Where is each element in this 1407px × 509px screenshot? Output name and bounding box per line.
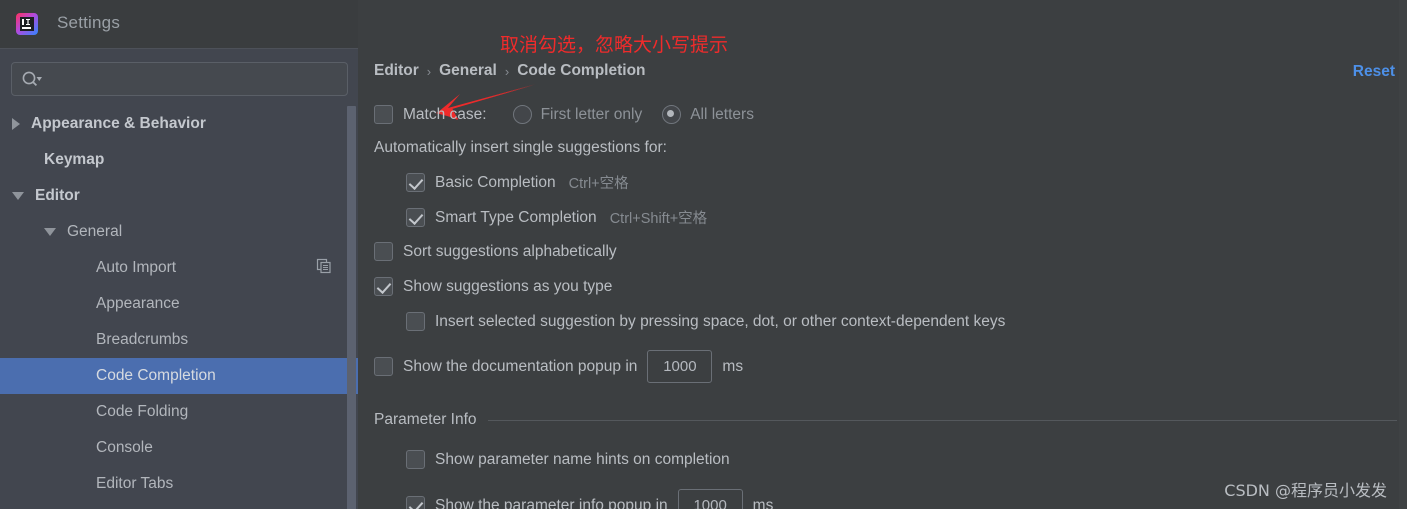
chevron-down-icon[interactable] [44, 228, 56, 236]
window-title: Settings [57, 13, 121, 32]
sidebar-item-general[interactable]: General [0, 214, 358, 250]
sort-alphabetically-label: Sort suggestions alphabetically [403, 242, 617, 260]
breadcrumb-part-general[interactable]: General [439, 62, 497, 80]
doc-popup-label-before: Show the documentation popup in [403, 357, 638, 375]
all-letters-radio[interactable] [662, 105, 682, 124]
main-scrollbar[interactable] [1399, 0, 1407, 509]
match-case-row: Match case: First letter only All letter… [374, 105, 754, 124]
param-info-popup-label-after: ms [752, 496, 774, 509]
auto-insert-header-row: Automatically insert single suggestions … [374, 139, 667, 157]
breadcrumb-separator: › [426, 63, 432, 79]
search-input[interactable] [50, 63, 341, 95]
doc-popup-row: Show the documentation popup in 1000 ms [374, 350, 743, 383]
search-box[interactable] [11, 62, 348, 96]
sidebar-item-label: Auto Import [96, 259, 177, 276]
search-container [11, 62, 348, 96]
settings-tree: Appearance & Behavior Keymap Editor General… [0, 106, 358, 509]
intellij-idea-logo [14, 11, 40, 37]
smart-type-completion-checkbox[interactable] [406, 208, 425, 227]
sidebar-item-code-folding[interactable]: Code Folding [0, 394, 358, 430]
sidebar-item-keymap[interactable]: Keymap [0, 142, 358, 178]
param-name-hints-checkbox[interactable] [406, 450, 425, 469]
settings-main-panel: 取消勾选，忽略大小写提示 Editor › General › Code Com… [358, 0, 1407, 509]
breadcrumb: Editor › General › Code Completion [374, 62, 646, 80]
chevron-down-icon[interactable] [12, 192, 24, 200]
first-letter-only-label: First letter only [540, 105, 643, 123]
match-case-label: Match case: [403, 105, 487, 123]
param-info-popup-checkbox[interactable] [406, 496, 425, 509]
breadcrumb-part-code-completion[interactable]: Code Completion [517, 62, 645, 80]
sidebar-item-editor[interactable]: Editor [0, 178, 358, 214]
all-letters-label: All letters [690, 105, 754, 123]
sidebar-item-label: Code Folding [96, 403, 189, 420]
param-info-popup-row: Show the parameter info popup in 1000 ms [406, 489, 773, 509]
smart-type-completion-label: Smart Type Completion [435, 208, 597, 226]
show-as-you-type-row: Show suggestions as you type [374, 277, 612, 296]
sidebar-item-label: General [67, 223, 123, 240]
sidebar-item-appearance-behavior[interactable]: Appearance & Behavior [0, 106, 358, 142]
doc-popup-delay-input[interactable]: 1000 [647, 350, 713, 383]
sidebar-item-label: Code Completion [96, 367, 216, 384]
insert-on-keys-row: Insert selected suggestion by pressing s… [406, 312, 1005, 331]
settings-sidebar: Appearance & Behavior Keymap Editor General… [0, 48, 358, 509]
sidebar-item-console[interactable]: Console [0, 430, 358, 466]
sidebar-item-appearance[interactable]: Appearance [0, 286, 358, 322]
param-info-popup-delay-input[interactable]: 1000 [677, 489, 743, 509]
smart-type-completion-row: Smart Type Completion Ctrl+Shift+空格 [406, 207, 707, 228]
sidebar-item-editor-tabs[interactable]: Editor Tabs [0, 466, 358, 502]
parameter-info-group-header: Parameter Info [374, 411, 1397, 429]
basic-completion-checkbox[interactable] [406, 173, 425, 192]
sidebar-item-label: Editor [35, 187, 80, 204]
settings-dialog: Settings Appearance & Behavior Keymap Ed… [0, 0, 1407, 509]
chevron-right-icon[interactable] [12, 118, 20, 130]
doc-popup-label-after: ms [722, 357, 744, 375]
show-as-you-type-label: Show suggestions as you type [403, 277, 613, 295]
sidebar-item-label: Editor Tabs [96, 475, 174, 492]
param-info-popup-label-before: Show the parameter info popup in [435, 496, 668, 509]
reset-link[interactable]: Reset [1353, 63, 1395, 81]
sidebar-item-label: Breadcrumbs [96, 331, 189, 348]
match-case-checkbox[interactable] [374, 105, 393, 124]
first-letter-only-radio[interactable] [512, 105, 532, 124]
doc-popup-checkbox[interactable] [374, 357, 393, 376]
sort-alphabetically-checkbox[interactable] [374, 242, 393, 261]
sidebar-item-code-completion[interactable]: Code Completion [0, 358, 358, 394]
parameter-info-title: Parameter Info [374, 411, 477, 428]
sort-alphabetically-row: Sort suggestions alphabetically [374, 242, 617, 261]
auto-insert-header: Automatically insert single suggestions … [374, 139, 667, 156]
show-as-you-type-checkbox[interactable] [374, 277, 393, 296]
search-icon[interactable] [21, 70, 43, 89]
smart-type-completion-shortcut: Ctrl+Shift+空格 [609, 211, 708, 227]
basic-completion-shortcut: Ctrl+空格 [568, 176, 629, 192]
param-name-hints-row: Show parameter name hints on completion [406, 450, 730, 469]
sidebar-item-label: Appearance & Behavior [31, 115, 206, 132]
copy-icon[interactable] [316, 258, 332, 279]
sidebar-scrollbar-thumb[interactable] [347, 106, 356, 509]
watermark: CSDN @程序员小发发 [1224, 481, 1387, 500]
sidebar-item-auto-import[interactable]: Auto Import [0, 250, 358, 286]
breadcrumb-separator: › [504, 63, 510, 79]
sidebar-item-label: Keymap [44, 151, 105, 168]
insert-on-keys-label: Insert selected suggestion by pressing s… [435, 312, 1006, 330]
breadcrumb-part-editor[interactable]: Editor [374, 62, 419, 80]
basic-completion-row: Basic Completion Ctrl+空格 [406, 172, 629, 193]
group-divider [487, 419, 1397, 421]
sidebar-item-label: Appearance [96, 295, 180, 312]
basic-completion-label: Basic Completion [435, 173, 556, 191]
param-name-hints-label: Show parameter name hints on completion [435, 450, 730, 468]
insert-on-keys-checkbox[interactable] [406, 312, 425, 331]
sidebar-item-breadcrumbs[interactable]: Breadcrumbs [0, 322, 358, 358]
sidebar-item-label: Console [96, 439, 153, 456]
annotation-text: 取消勾选，忽略大小写提示 [500, 34, 729, 56]
